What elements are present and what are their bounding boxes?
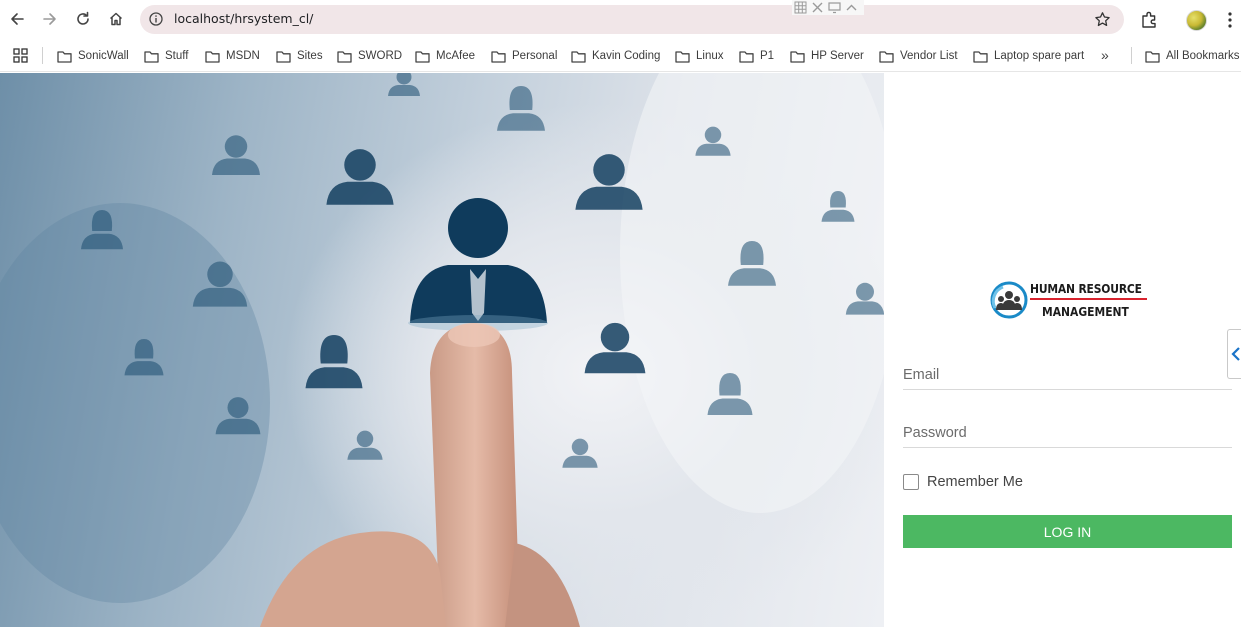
chevron-up-icon[interactable] xyxy=(845,1,858,14)
logo-title-line1: HUMAN RESOURCE xyxy=(1030,281,1142,296)
folder-icon xyxy=(739,50,754,63)
people-network-illustration xyxy=(0,73,884,627)
bookmark-msdn[interactable]: MSDN xyxy=(205,46,260,66)
grid-icon[interactable] xyxy=(794,1,807,14)
bookmark-p1[interactable]: P1 xyxy=(739,46,774,66)
bookmark-personal[interactable]: Personal xyxy=(491,46,557,66)
folder-icon xyxy=(1145,50,1160,63)
folder-icon xyxy=(144,50,159,63)
folder-icon xyxy=(276,50,291,63)
address-bar[interactable]: localhost/hrsystem_cl/ xyxy=(140,5,1124,34)
folder-icon xyxy=(571,50,586,63)
home-icon[interactable] xyxy=(105,8,127,30)
folder-icon xyxy=(57,50,72,63)
profile-avatar[interactable] xyxy=(1186,10,1207,31)
bookmark-hp-server[interactable]: HP Server xyxy=(790,46,864,66)
login-panel: HUMAN RESOURCE MANAGEMENT Remember Me LO… xyxy=(884,73,1241,627)
bookmark-sword[interactable]: SWORD xyxy=(337,46,402,66)
bookmarks-divider xyxy=(1131,47,1132,64)
folder-icon xyxy=(973,50,988,63)
apps-icon[interactable] xyxy=(13,48,28,63)
back-icon[interactable] xyxy=(6,8,28,30)
team-logo-icon xyxy=(990,281,1028,319)
folder-icon xyxy=(879,50,894,63)
menu-icon[interactable] xyxy=(1222,9,1238,31)
hrm-logo: HUMAN RESOURCE MANAGEMENT xyxy=(989,276,1149,324)
folder-icon xyxy=(337,50,352,63)
bookmark-sonicwall[interactable]: SonicWall xyxy=(57,46,129,66)
side-panel-toggle[interactable] xyxy=(1227,329,1241,379)
remember-me-checkbox[interactable] xyxy=(903,474,919,490)
chevron-left-icon xyxy=(1231,347,1240,361)
email-field[interactable] xyxy=(903,360,1232,390)
monitor-icon[interactable] xyxy=(828,1,841,14)
logo-title-line2: MANAGEMENT xyxy=(1042,304,1129,319)
remember-me-label[interactable]: Remember Me xyxy=(927,474,1023,490)
folder-icon xyxy=(790,50,805,63)
bookmark-vendor-list[interactable]: Vendor List xyxy=(879,46,958,66)
info-icon[interactable] xyxy=(149,12,163,26)
url-text[interactable]: localhost/hrsystem_cl/ xyxy=(174,11,313,26)
bookmark-laptop-spare-part[interactable]: Laptop spare part xyxy=(973,46,1084,66)
reload-icon[interactable] xyxy=(72,8,94,30)
bookmarks-divider xyxy=(42,47,43,64)
bookmark-mcafee[interactable]: McAfee xyxy=(415,46,475,66)
hero-image xyxy=(0,73,884,627)
login-button[interactable]: LOG IN xyxy=(903,515,1232,548)
extensions-icon[interactable] xyxy=(1138,9,1160,31)
password-field[interactable] xyxy=(903,418,1232,448)
bookmark-sites[interactable]: Sites xyxy=(276,46,323,66)
bookmark-kavin-coding[interactable]: Kavin Coding xyxy=(571,46,660,66)
forward-icon[interactable] xyxy=(39,8,61,30)
star-icon[interactable] xyxy=(1094,11,1111,28)
bookmarks-overflow-button[interactable]: » xyxy=(1101,47,1109,63)
bookmark-linux[interactable]: Linux xyxy=(675,46,724,66)
folder-icon xyxy=(205,50,220,63)
logo-red-underline xyxy=(1030,298,1147,300)
bookmark-stuff[interactable]: Stuff xyxy=(144,46,188,66)
remember-me[interactable]: Remember Me xyxy=(903,474,1023,490)
folder-icon xyxy=(415,50,430,63)
folder-icon xyxy=(491,50,506,63)
bookmarks-bar: SonicWall Stuff MSDN Sites SWORD McAfee … xyxy=(0,39,1241,72)
window-overlay-controls xyxy=(792,0,864,15)
folder-icon xyxy=(675,50,690,63)
browser-toolbar: localhost/hrsystem_cl/ xyxy=(0,0,1241,39)
close-icon[interactable] xyxy=(811,1,824,14)
all-bookmarks[interactable]: All Bookmarks xyxy=(1145,46,1240,66)
